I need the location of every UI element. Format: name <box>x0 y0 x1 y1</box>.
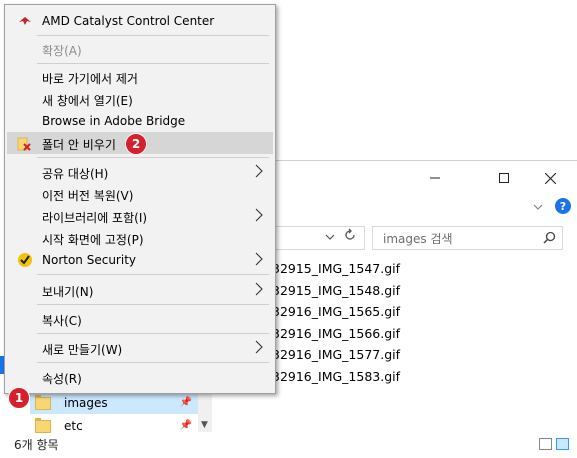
maximize-icon <box>499 173 509 183</box>
submenu-arrow-icon <box>255 282 263 296</box>
menu-item-label: 확장(A) <box>42 44 82 58</box>
file-item[interactable]: 32915_IMG_1547.gif <box>272 258 400 280</box>
scroll-down-icon[interactable]: ▼ <box>201 420 208 430</box>
menu-item-send-to[interactable]: 보내기(N) <box>7 279 273 301</box>
nav-item-label: images <box>64 396 108 410</box>
large-icons-view-button[interactable] <box>556 438 569 450</box>
submenu-arrow-icon <box>255 164 263 178</box>
help-button[interactable]: ? <box>555 198 571 214</box>
search-input[interactable]: images 검색 <box>372 226 563 250</box>
address-dropdown-button[interactable] <box>325 230 335 244</box>
chevron-down-icon <box>533 204 543 210</box>
menu-item-label: 보내기(N) <box>42 285 94 299</box>
amd-icon <box>19 17 31 25</box>
menu-item-label: Norton Security <box>42 253 136 267</box>
refresh-button[interactable] <box>343 228 357 245</box>
menu-item-open-new-window[interactable]: 새 창에서 열기(E) <box>7 88 273 110</box>
minimize-icon <box>430 177 440 179</box>
item-count: 6개 항목 <box>14 438 59 452</box>
menu-item-label: 라이브러리에 포함(I) <box>42 211 148 225</box>
menu-item-label: 속성(R) <box>42 372 82 386</box>
menu-item-expand: 확장(A) <box>7 38 273 60</box>
menu-item-amd-catalyst[interactable]: AMD Catalyst Control Center <box>7 10 273 32</box>
menu-item-label: 복사(C) <box>42 314 82 328</box>
folder-x-icon <box>17 137 31 151</box>
chevron-down-icon <box>325 234 335 240</box>
file-item[interactable]: 32916_IMG_1566.gif <box>272 323 400 345</box>
menu-item-include-library[interactable]: 라이브러리에 포함(I) <box>7 205 273 227</box>
step-badge-1: 1 <box>8 387 30 409</box>
pin-icon[interactable]: 📌 <box>180 397 192 408</box>
menu-item-norton[interactable]: Norton Security <box>7 249 273 271</box>
file-item[interactable]: 32915_IMG_1548.gif <box>272 280 400 302</box>
norton-check-icon <box>18 253 32 267</box>
menu-separator <box>37 362 269 363</box>
close-icon <box>544 172 556 184</box>
nav-scrollbar[interactable]: ▼ <box>198 392 212 432</box>
minimize-button[interactable] <box>412 168 458 188</box>
file-item[interactable]: 32916_IMG_1565.gif <box>272 301 400 323</box>
submenu-arrow-icon <box>255 340 263 354</box>
menu-item-label: 바로 가기에서 제거 <box>42 72 138 86</box>
menu-item-label: Browse in Adobe Bridge <box>42 114 186 128</box>
menu-item-label: 폴더 안 비우기 <box>42 138 116 152</box>
menu-item-label: 새 창에서 열기(E) <box>42 94 133 108</box>
close-button[interactable] <box>527 168 573 188</box>
menu-item-pin-start[interactable]: 시작 화면에 고정(P) <box>7 227 273 249</box>
menu-separator <box>37 304 269 305</box>
file-item[interactable]: 32916_IMG_1583.gif <box>272 366 400 388</box>
menu-item-copy[interactable]: 복사(C) <box>7 308 273 330</box>
menu-item-remove-shortcut[interactable]: 바로 가기에서 제거 <box>7 66 273 88</box>
menu-item-restore-versions[interactable]: 이전 버전 복원(V) <box>7 183 273 205</box>
file-list: 32915_IMG_1547.gif 32915_IMG_1548.gif 32… <box>272 258 400 388</box>
menu-separator <box>37 274 269 275</box>
menu-separator <box>37 63 269 64</box>
search-placeholder: images 검색 <box>383 232 453 246</box>
menu-item-label: AMD Catalyst Control Center <box>42 14 215 28</box>
menu-separator <box>37 35 269 36</box>
folder-icon <box>35 394 51 410</box>
maximize-button[interactable] <box>481 168 527 188</box>
refresh-icon <box>345 228 355 240</box>
menu-separator <box>37 157 269 158</box>
file-item[interactable]: 32916_IMG_1577.gif <box>272 344 400 366</box>
ribbon-expand-button[interactable] <box>533 200 543 214</box>
step-badge-2: 2 <box>125 133 147 155</box>
nav-item-images[interactable]: images 📌 <box>30 392 198 414</box>
menu-item-label: 공유 대상(H) <box>42 167 109 181</box>
menu-item-label: 새로 만들기(W) <box>42 343 123 357</box>
menu-item-properties[interactable]: 속성(R) <box>7 366 273 388</box>
window-top-border <box>272 160 577 161</box>
context-menu: AMD Catalyst Control Center 확장(A) 바로 가기에… <box>4 4 276 394</box>
menu-item-new[interactable]: 새로 만들기(W) <box>7 337 273 359</box>
details-view-button[interactable] <box>539 438 552 450</box>
submenu-arrow-icon <box>255 208 263 222</box>
search-icon <box>543 231 556 244</box>
menu-separator <box>37 333 269 334</box>
status-bar: 6개 항목 <box>0 430 577 458</box>
submenu-arrow-icon <box>255 252 263 266</box>
menu-item-label: 이전 버전 복원(V) <box>42 189 134 203</box>
menu-item-label: 시작 화면에 고정(P) <box>42 233 144 247</box>
menu-item-share-with[interactable]: 공유 대상(H) <box>7 161 273 183</box>
menu-item-adobe-bridge[interactable]: Browse in Adobe Bridge <box>7 110 273 132</box>
